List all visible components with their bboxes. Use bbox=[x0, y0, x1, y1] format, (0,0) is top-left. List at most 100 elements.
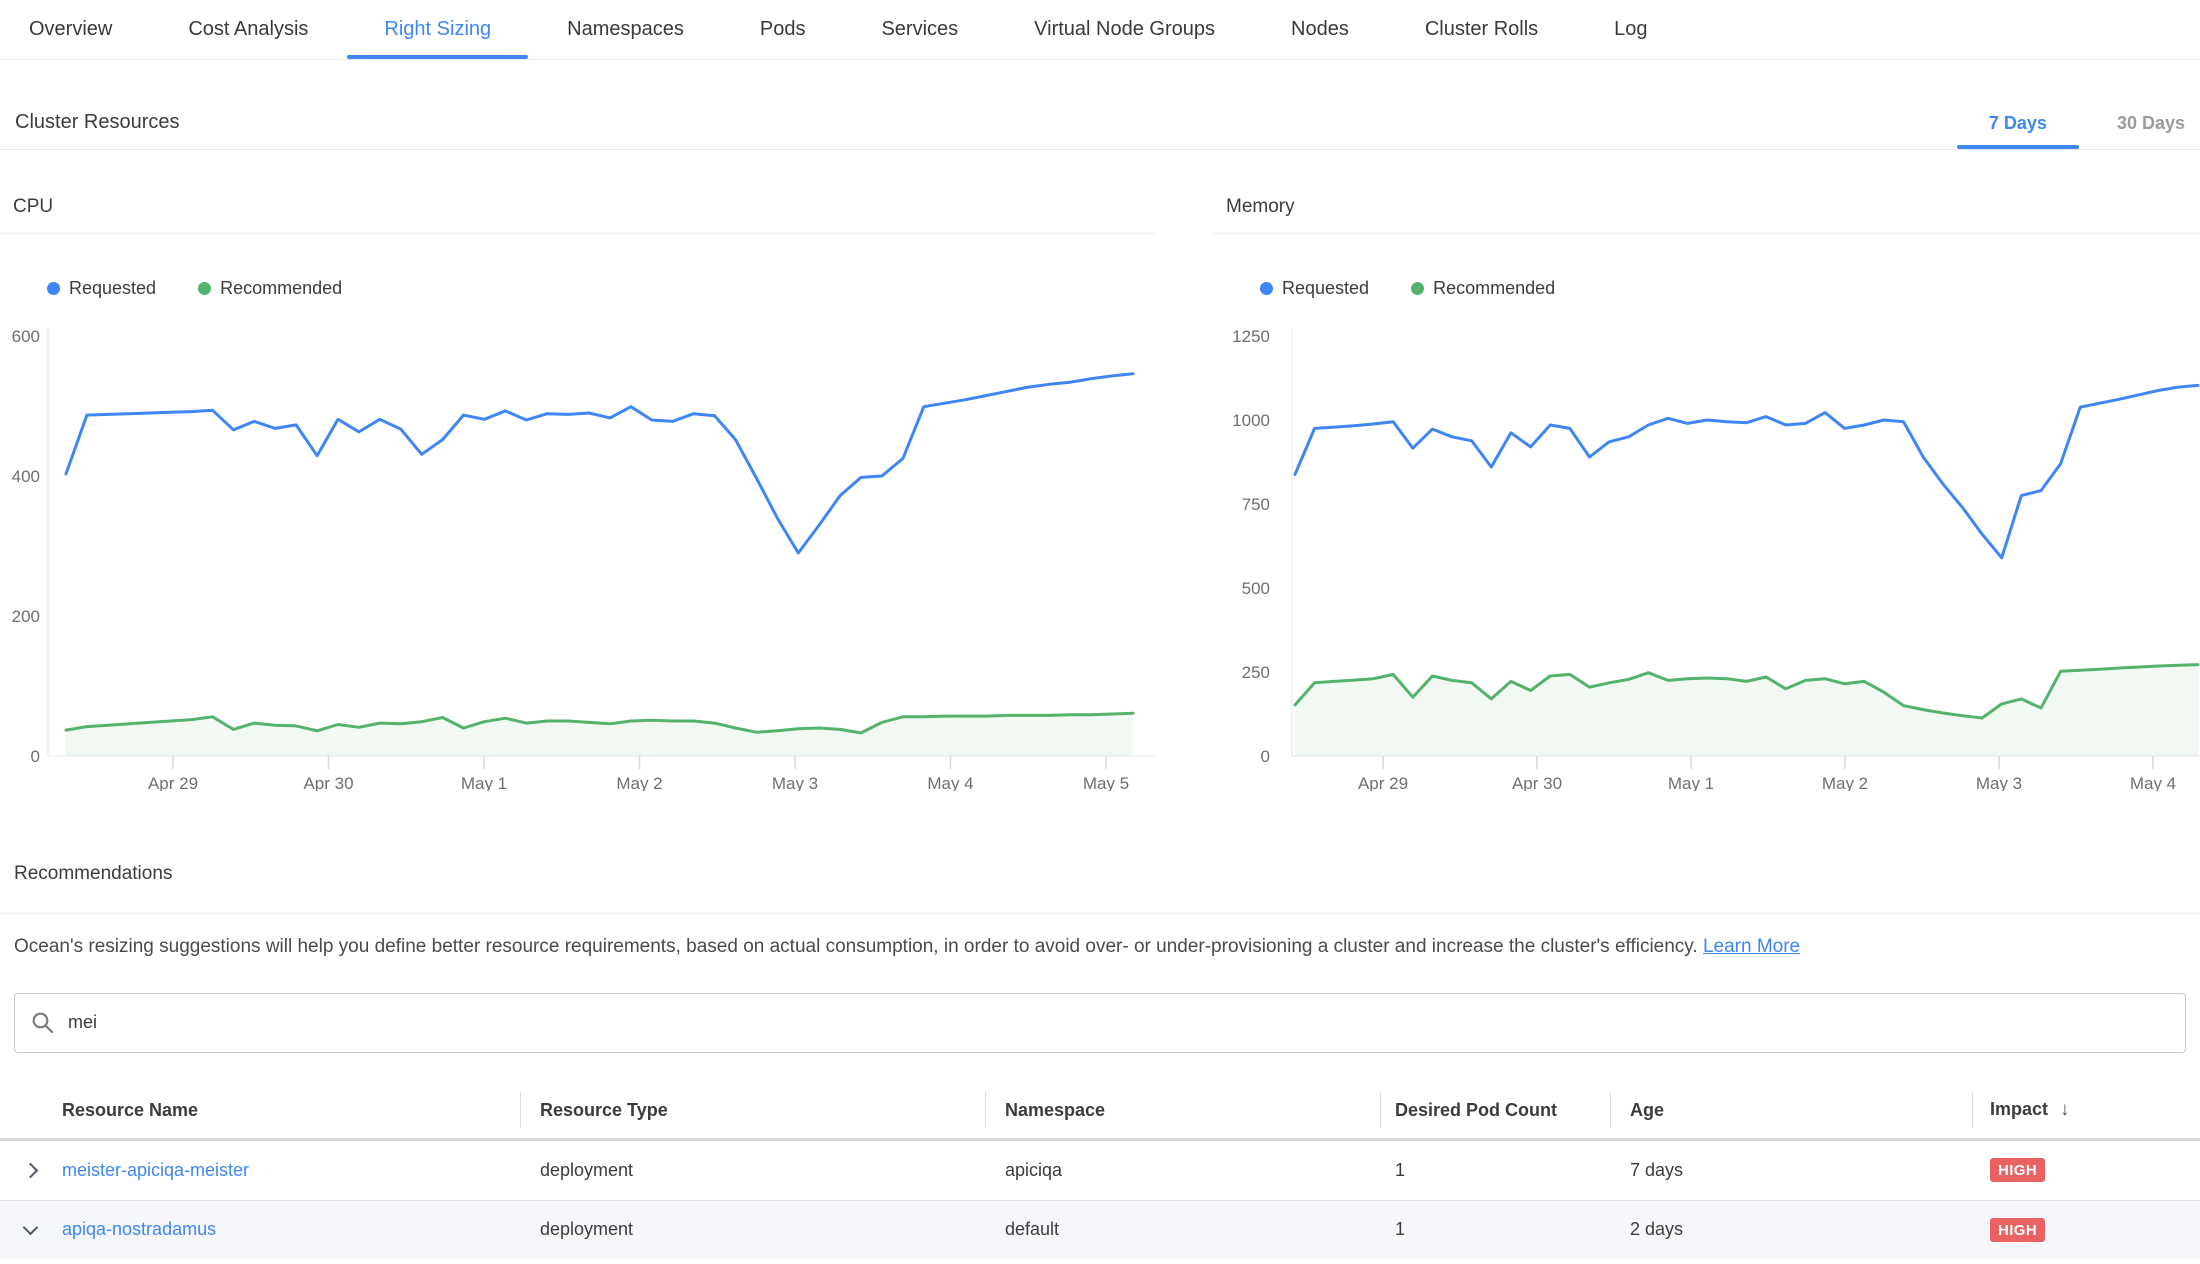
legend-requested: Requested bbox=[47, 278, 156, 299]
cpu-line-chart: 0 200 400 600 Apr 29 Apr 30 May 1 May 2 May 3 May… bbox=[0, 321, 1155, 791]
recommendations-section: Recommendations Ocean's resizing suggest… bbox=[0, 791, 2200, 1259]
col-header-namespace[interactable]: Namespace bbox=[985, 1100, 1380, 1121]
svg-text:May 3: May 3 bbox=[1976, 774, 2022, 791]
cpu-chart-title: CPU bbox=[0, 150, 1155, 234]
tab-nodes[interactable]: Nodes bbox=[1291, 0, 1349, 59]
cpu-chart-panel: CPU Requested Recommended 0 200 400 600 Apr … bbox=[0, 150, 1155, 791]
desired-pod-count-cell: 1 bbox=[1380, 1219, 1610, 1240]
legend-recommended: Recommended bbox=[1411, 278, 1555, 299]
section-title: Cluster Resources bbox=[15, 111, 180, 134]
sort-desc-icon[interactable]: ↓ bbox=[2060, 1099, 2070, 1120]
svg-text:1250: 1250 bbox=[1232, 327, 1270, 346]
svg-text:0: 0 bbox=[31, 747, 40, 766]
cpu-chart-legend: Requested Recommended bbox=[47, 278, 1155, 299]
legend-recommended-label: Recommended bbox=[1433, 278, 1555, 299]
recommended-legend-dot-icon bbox=[1411, 282, 1424, 295]
row-expander-cell bbox=[0, 1226, 60, 1233]
legend-requested: Requested bbox=[1260, 278, 1369, 299]
tab-namespaces[interactable]: Namespaces bbox=[567, 0, 684, 59]
resource-type-cell: deployment bbox=[520, 1160, 985, 1181]
recommendations-table: Resource Name Resource Type Namespace De… bbox=[0, 1083, 2200, 1259]
tab-right-sizing[interactable]: Right Sizing bbox=[384, 0, 491, 59]
recommendations-description: Ocean's resizing suggestions will help y… bbox=[0, 914, 2200, 959]
svg-text:750: 750 bbox=[1242, 495, 1270, 514]
resource-type-cell: deployment bbox=[520, 1219, 985, 1240]
svg-text:0: 0 bbox=[1261, 747, 1270, 766]
learn-more-link[interactable]: Learn More bbox=[1703, 936, 1800, 957]
collapse-chevron-icon[interactable] bbox=[22, 1220, 38, 1236]
legend-recommended: Recommended bbox=[198, 278, 342, 299]
resource-name-link[interactable]: apiqa-nostradamus bbox=[62, 1219, 216, 1239]
svg-text:May 2: May 2 bbox=[616, 774, 662, 791]
impact-badge: HIGH bbox=[1990, 1218, 2045, 1242]
recommendations-title: Recommendations bbox=[0, 791, 2200, 914]
col-header-desired-pod-count[interactable]: Desired Pod Count bbox=[1380, 1100, 1610, 1121]
svg-text:May 2: May 2 bbox=[1822, 774, 1868, 791]
svg-text:May 1: May 1 bbox=[1668, 774, 1714, 791]
svg-text:Apr 30: Apr 30 bbox=[303, 774, 353, 791]
age-cell: 7 days bbox=[1610, 1160, 1972, 1181]
legend-requested-label: Requested bbox=[1282, 278, 1369, 299]
table-row[interactable]: meister-apiciqa-meister deployment apici… bbox=[0, 1141, 2200, 1200]
impact-cell: HIGH bbox=[1972, 1218, 2200, 1242]
top-nav: Overview Cost Analysis Right Sizing Name… bbox=[0, 0, 2200, 60]
svg-text:600: 600 bbox=[12, 327, 40, 346]
memory-line-chart: 0 250 500 750 1000 1250 Apr 29 Apr 30 May 1 May 2… bbox=[1213, 321, 2200, 791]
memory-chart-title: Memory bbox=[1213, 150, 2200, 234]
resource-name-cell: meister-apiciqa-meister bbox=[60, 1160, 520, 1181]
svg-text:400: 400 bbox=[12, 467, 40, 486]
svg-text:May 3: May 3 bbox=[772, 774, 818, 791]
legend-requested-label: Requested bbox=[69, 278, 156, 299]
age-cell: 2 days bbox=[1610, 1219, 1972, 1240]
table-header: Resource Name Resource Type Namespace De… bbox=[0, 1083, 2200, 1141]
tab-cluster-rolls[interactable]: Cluster Rolls bbox=[1425, 0, 1538, 59]
search-input[interactable] bbox=[68, 1012, 2169, 1033]
legend-recommended-label: Recommended bbox=[220, 278, 342, 299]
tab-services[interactable]: Services bbox=[881, 0, 958, 59]
col-header-resource-name[interactable]: Resource Name bbox=[60, 1100, 520, 1121]
row-expander-cell bbox=[0, 1165, 60, 1176]
requested-legend-dot-icon bbox=[1260, 282, 1273, 295]
recommendations-description-text: Ocean's resizing suggestions will help y… bbox=[14, 936, 1698, 957]
svg-text:May 4: May 4 bbox=[2130, 774, 2176, 791]
tab-cost-analysis[interactable]: Cost Analysis bbox=[188, 0, 308, 59]
svg-text:500: 500 bbox=[1242, 579, 1270, 598]
search-box[interactable] bbox=[14, 993, 2186, 1053]
tab-overview[interactable]: Overview bbox=[29, 0, 112, 59]
impact-header-label: Impact bbox=[1990, 1099, 2048, 1119]
recommended-legend-dot-icon bbox=[198, 282, 211, 295]
svg-text:May 1: May 1 bbox=[461, 774, 507, 791]
desired-pod-count-cell: 1 bbox=[1380, 1160, 1610, 1181]
search-icon bbox=[31, 1011, 54, 1034]
impact-cell: HIGH bbox=[1972, 1158, 2200, 1182]
range-30-days[interactable]: 30 Days bbox=[2117, 113, 2185, 134]
range-7-days[interactable]: 7 Days bbox=[1989, 113, 2047, 134]
requested-legend-dot-icon bbox=[47, 282, 60, 295]
svg-text:May 4: May 4 bbox=[927, 774, 973, 791]
tab-virtual-node-groups[interactable]: Virtual Node Groups bbox=[1034, 0, 1215, 59]
svg-text:May 5: May 5 bbox=[1083, 774, 1129, 791]
col-header-impact[interactable]: Impact ↓ bbox=[1972, 1099, 2200, 1121]
tab-pods[interactable]: Pods bbox=[760, 0, 806, 59]
cluster-resources-header: Cluster Resources 7 Days 30 Days bbox=[0, 60, 2200, 150]
resource-name-cell: apiqa-nostradamus bbox=[60, 1219, 520, 1240]
svg-text:Apr 30: Apr 30 bbox=[1512, 774, 1562, 791]
svg-text:1000: 1000 bbox=[1232, 411, 1270, 430]
charts-row: CPU Requested Recommended 0 200 400 600 Apr … bbox=[0, 150, 2200, 791]
col-header-age[interactable]: Age bbox=[1610, 1100, 1972, 1121]
svg-text:Apr 29: Apr 29 bbox=[1358, 774, 1408, 791]
expand-chevron-icon[interactable] bbox=[22, 1162, 38, 1178]
svg-text:200: 200 bbox=[12, 607, 40, 626]
tab-log[interactable]: Log bbox=[1614, 0, 1647, 59]
table-row[interactable]: apiqa-nostradamus deployment default 1 2… bbox=[0, 1200, 2200, 1259]
col-header-resource-type[interactable]: Resource Type bbox=[520, 1100, 985, 1121]
namespace-cell: default bbox=[985, 1219, 1380, 1240]
svg-text:250: 250 bbox=[1242, 663, 1270, 682]
resource-name-link[interactable]: meister-apiciqa-meister bbox=[62, 1160, 249, 1180]
namespace-cell: apiciqa bbox=[985, 1160, 1380, 1181]
svg-text:Apr 29: Apr 29 bbox=[148, 774, 198, 791]
memory-chart-panel: Memory Requested Recommended 0 250 500 750 1… bbox=[1213, 150, 2200, 791]
impact-badge: HIGH bbox=[1990, 1158, 2045, 1182]
memory-chart-legend: Requested Recommended bbox=[1260, 278, 2200, 299]
time-range-toggle: 7 Days 30 Days bbox=[1989, 113, 2185, 134]
